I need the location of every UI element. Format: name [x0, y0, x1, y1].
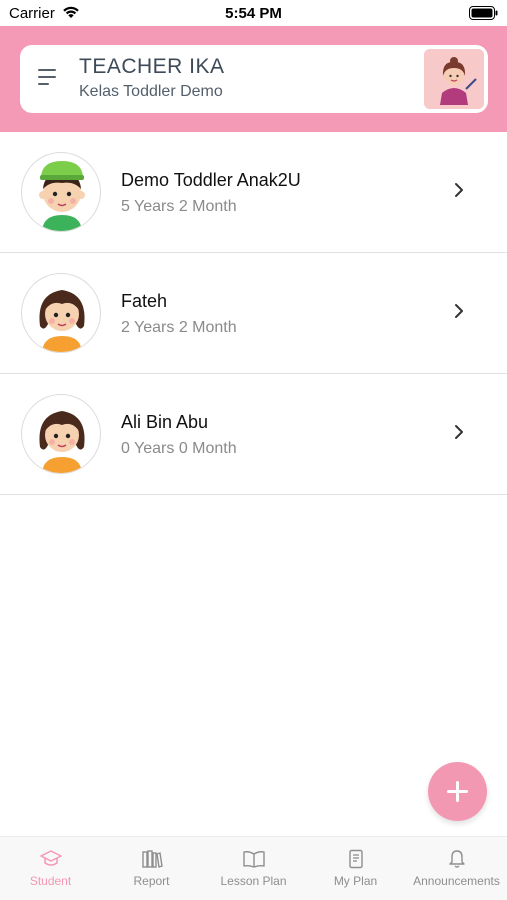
tab-report[interactable]: Report [101, 837, 202, 900]
clock-time: 5:54 PM [225, 5, 282, 22]
student-age: 5 Years 2 Month [121, 198, 237, 215]
tab-student[interactable]: Student [0, 837, 101, 900]
app-screen: Carrier 5:54 PM TEACHER IKA Kelas Toddle… [0, 0, 507, 900]
bottom-tab-bar: Student Report Lesson Plan My Plan Annou… [0, 836, 507, 900]
student-name: Fateh [121, 291, 168, 311]
student-age: 0 Years 0 Month [121, 440, 237, 457]
add-student-button[interactable] [428, 762, 487, 821]
bell-icon [448, 850, 465, 868]
tab-label: My Plan [333, 874, 378, 888]
student-avatar [21, 152, 101, 232]
chevron-right-icon [455, 183, 463, 197]
class-name: Kelas Toddler Demo [79, 83, 223, 100]
girl-avatar-icon [39, 411, 85, 473]
student-row[interactable]: Ali Bin Abu 0 Years 0 Month [0, 374, 507, 495]
tab-label: Announcements [413, 874, 500, 888]
teacher-illustration-icon [424, 49, 484, 109]
tab-my-plan[interactable]: My Plan [305, 837, 406, 900]
student-avatar [21, 273, 101, 353]
open-book-icon [242, 851, 265, 868]
menu-icon[interactable] [38, 69, 56, 87]
teacher-name: TEACHER IKA [79, 55, 225, 78]
battery-icon [469, 6, 498, 20]
teacher-card: TEACHER IKA Kelas Toddler Demo [20, 45, 488, 113]
boy-green-cap-avatar-icon [39, 161, 85, 231]
student-row[interactable]: Fateh 2 Years 2 Month [0, 253, 507, 374]
tab-lesson-plan[interactable]: Lesson Plan [202, 837, 305, 900]
chevron-right-icon [455, 425, 463, 439]
student-name: Demo Toddler Anak2U [121, 170, 301, 190]
status-bar: Carrier 5:54 PM [0, 0, 507, 26]
girl-avatar-icon [39, 290, 85, 352]
tab-label: Report [133, 874, 170, 888]
student-avatar [21, 394, 101, 474]
student-list: Demo Toddler Anak2U 5 Years 2 Month Fate… [0, 132, 507, 495]
tab-announcements[interactable]: Announcements [406, 837, 507, 900]
student-age: 2 Years 2 Month [121, 319, 237, 336]
graduation-cap-icon [39, 850, 62, 866]
student-row[interactable]: Demo Toddler Anak2U 5 Years 2 Month [0, 132, 507, 253]
teacher-avatar[interactable] [424, 49, 484, 109]
chevron-right-icon [455, 304, 463, 318]
header-band: TEACHER IKA Kelas Toddler Demo [0, 26, 507, 132]
books-icon [141, 850, 163, 868]
notebook-icon [348, 849, 363, 869]
tab-label: Student [29, 874, 72, 888]
tab-label: Lesson Plan [220, 874, 287, 888]
student-name: Ali Bin Abu [121, 412, 209, 432]
